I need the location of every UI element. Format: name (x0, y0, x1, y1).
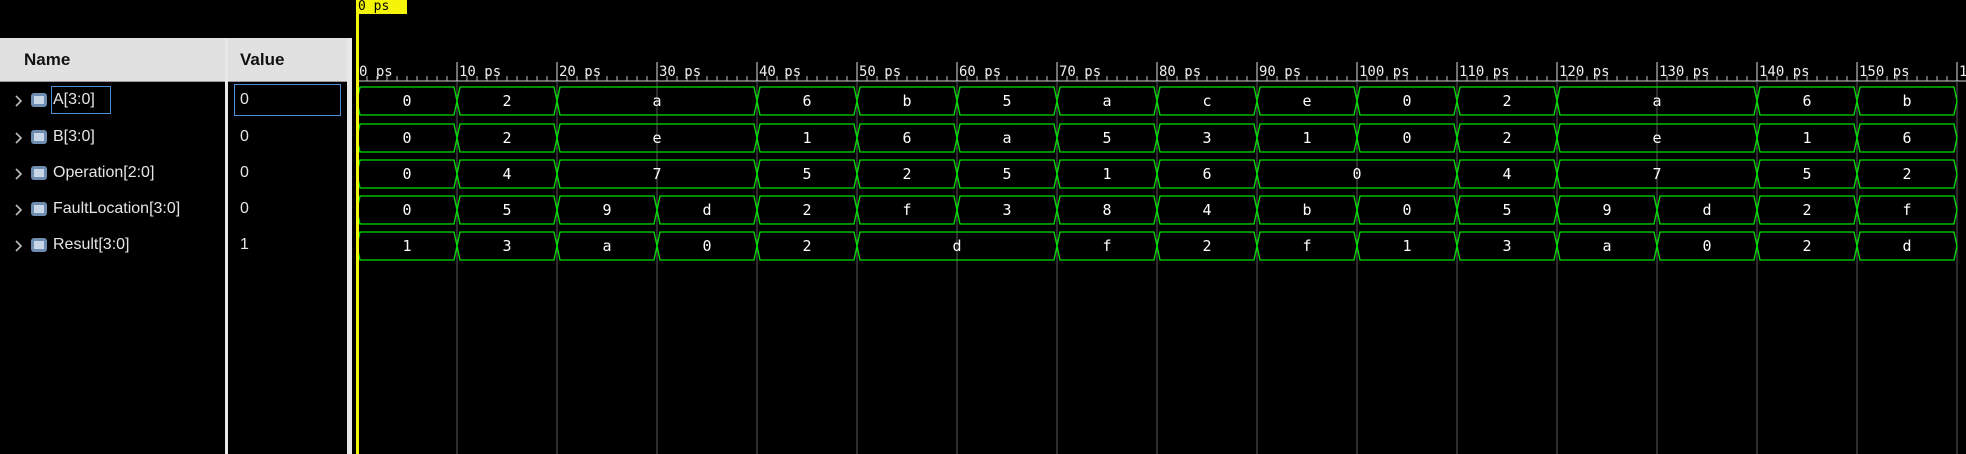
bus-value-label: 1 (1102, 165, 1111, 183)
bus-value-label: d (1902, 237, 1911, 255)
bus-value-label: 6 (1902, 129, 1911, 147)
ruler-tick-label: 60 ps (959, 64, 1001, 80)
bus-value-label: 1 (1302, 129, 1311, 147)
bus-value-label: 6 (1802, 92, 1811, 110)
bus-value-label: 5 (1102, 129, 1111, 147)
bus-value-label: f (902, 201, 911, 219)
bus-value-label: 5 (502, 201, 511, 219)
ruler-tick-label: 30 ps (659, 64, 701, 80)
bus-value-label: 5 (1002, 165, 1011, 183)
bus-value-label: 2 (502, 92, 511, 110)
bus-value-label: 2 (502, 129, 511, 147)
ruler-tick-label: 80 ps (1159, 64, 1201, 80)
bus-value-label: b (902, 92, 911, 110)
bus-value-label: 2 (802, 237, 811, 255)
bus-value-label: 2 (1802, 201, 1811, 219)
bus-value-label: 4 (1202, 201, 1211, 219)
ruler-tick-label: 10 ps (459, 64, 501, 80)
bus-value-label: 3 (1202, 129, 1211, 147)
cursor-time-label: 0 ps (356, 0, 407, 14)
bus-value-label: a (652, 92, 661, 110)
bus-value-label: 0 (1702, 237, 1711, 255)
bus-value-label: 6 (902, 129, 911, 147)
bus-value-label: 0 (1352, 165, 1361, 183)
bus-value-label: 1 (402, 237, 411, 255)
bus-value-label: d (1702, 201, 1711, 219)
bus-value-label: 7 (652, 165, 661, 183)
bus-value-label: 2 (1902, 165, 1911, 183)
waveform-canvas[interactable]: 0 ps 10 ps 20 ps 30 ps 40 ps 50 ps 60 ps 70 ps 8… (0, 0, 1966, 454)
waveform-viewer: Name Value A[3:0] 0 B[3:0] 0 Operation[2… (0, 0, 1966, 454)
bus-value-label: 8 (1102, 201, 1111, 219)
bus-value-label: 0 (402, 201, 411, 219)
bus-value-label: 0 (402, 129, 411, 147)
ruler-tick-label: 90 ps (1259, 64, 1301, 80)
ruler-tick-label: 70 ps (1059, 64, 1101, 80)
bus-value-label: f (1302, 237, 1311, 255)
bus-value-label: 4 (502, 165, 511, 183)
bus-value-label: a (1652, 92, 1661, 110)
bus-value-label: 0 (1402, 92, 1411, 110)
bus-value-label: 6 (802, 92, 811, 110)
bus-value-label: 3 (1002, 201, 1011, 219)
bus-value-label: e (1302, 92, 1311, 110)
bus-value-label: a (1102, 92, 1111, 110)
bus-value-label: 2 (1502, 129, 1511, 147)
bus-value-label: 2 (1502, 92, 1511, 110)
ruler-tick-label: 0 ps (359, 64, 393, 80)
bus-value-label: 0 (1402, 201, 1411, 219)
bus-value-label: 6 (1202, 165, 1211, 183)
bus-value-label: 2 (802, 201, 811, 219)
bus-value-label: 3 (502, 237, 511, 255)
ruler-tick-label: 20 ps (559, 64, 601, 80)
ruler-tick-label: 1 (1959, 64, 1966, 80)
bus-value-label: f (1102, 237, 1111, 255)
bus-value-label: d (952, 237, 961, 255)
bus-value-label: 3 (1502, 237, 1511, 255)
bus-value-label: b (1302, 201, 1311, 219)
bus-value-label: 1 (1402, 237, 1411, 255)
bus-value-label: 0 (702, 237, 711, 255)
bus-value-label: 5 (802, 165, 811, 183)
bus-value-label: e (1652, 129, 1661, 147)
bus-value-label: a (1602, 237, 1611, 255)
bus-value-label: 5 (1502, 201, 1511, 219)
bus-value-label: a (1002, 129, 1011, 147)
bus-value-label: 5 (1802, 165, 1811, 183)
bus-value-label: 2 (902, 165, 911, 183)
bus-value-label: b (1902, 92, 1911, 110)
bus-value-label: 5 (1002, 92, 1011, 110)
bus-value-label: 1 (1802, 129, 1811, 147)
bus-value-label: 1 (802, 129, 811, 147)
ruler-tick-label: 40 ps (759, 64, 801, 80)
bus-value-label: f (1902, 201, 1911, 219)
bus-value-label: 0 (402, 165, 411, 183)
bus-value-label: 4 (1502, 165, 1511, 183)
bus-value-label: 9 (1602, 201, 1611, 219)
bus-value-label: e (652, 129, 661, 147)
bus-value-label: a (602, 237, 611, 255)
bus-value-label: 7 (1652, 165, 1661, 183)
bus-value-label: c (1202, 92, 1211, 110)
bus-value-label: 2 (1802, 237, 1811, 255)
ruler-tick-label: 50 ps (859, 64, 901, 80)
bus-value-label: 0 (402, 92, 411, 110)
bus-value-label: 0 (1402, 129, 1411, 147)
bus-value-label: 2 (1202, 237, 1211, 255)
bus-value-label: 9 (602, 201, 611, 219)
time-cursor[interactable] (356, 14, 359, 454)
bus-value-label: d (702, 201, 711, 219)
